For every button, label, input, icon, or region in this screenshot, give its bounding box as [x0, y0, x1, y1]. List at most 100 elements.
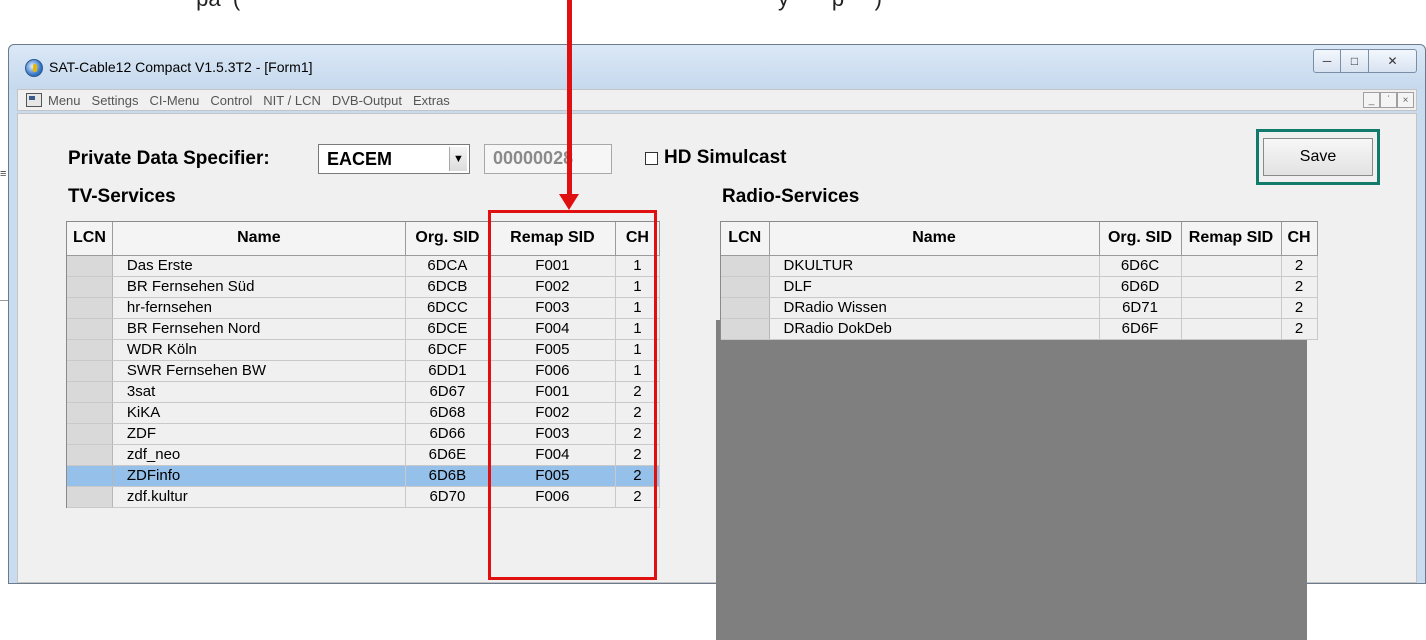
tv-org-sid-cell[interactable]: 6DD1 [405, 360, 490, 382]
left-edge-fragment: ≡ [0, 168, 7, 180]
radio-name-cell[interactable]: DKULTUR [769, 255, 1100, 277]
radio-lcn-cell[interactable] [721, 255, 770, 277]
tv-lcn-cell[interactable] [67, 255, 113, 277]
tv-lcn-cell[interactable] [67, 402, 113, 424]
menu-item-menu[interactable]: Menu [48, 93, 81, 108]
tv-lcn-cell[interactable] [67, 486, 113, 508]
menu-item-control[interactable]: Control [210, 93, 252, 108]
tv-name-cell[interactable]: SWR Fernsehen BW [112, 360, 406, 382]
mdi-form-icon[interactable] [26, 93, 42, 107]
tv-name-cell[interactable]: hr-fernsehen [112, 297, 406, 319]
tv-col-org-sid[interactable]: Org. SID [405, 222, 490, 256]
radio-services-rows: DKULTUR 6D6C 2 DLF 6D6D 2 DRadio Wissen 6D71 2 DR… [721, 255, 1318, 340]
radio-name-cell[interactable]: DLF [769, 276, 1100, 298]
radio-ch-cell[interactable]: 2 [1281, 318, 1318, 340]
radio-ch-cell[interactable]: 2 [1281, 276, 1318, 298]
radio-col-lcn[interactable]: LCN [721, 222, 770, 256]
pds-dropdown[interactable]: EACEM ▼ [318, 144, 470, 174]
radio-col-remap-sid[interactable]: Remap SID [1181, 222, 1282, 256]
radio-remap-sid-cell[interactable] [1181, 318, 1282, 340]
tv-org-sid-cell[interactable]: 6DCB [405, 276, 490, 298]
save-button[interactable]: Save [1263, 138, 1373, 176]
tv-org-sid-cell[interactable]: 6D66 [405, 423, 490, 445]
title-bar[interactable]: SAT-Cable12 Compact V1.5.3T2 - [Form1] ─… [9, 45, 1425, 89]
radio-org-sid-cell[interactable]: 6D6D [1099, 276, 1182, 298]
tv-name-cell[interactable]: zdf.kultur [112, 486, 406, 508]
radio-name-cell[interactable]: DRadio Wissen [769, 297, 1100, 319]
tv-name-cell[interactable]: BR Fernsehen Süd [112, 276, 406, 298]
tv-lcn-cell[interactable] [67, 381, 113, 403]
tv-lcn-cell[interactable] [67, 444, 113, 466]
table-row[interactable]: DKULTUR 6D6C 2 [721, 255, 1318, 277]
close-button[interactable]: ✕ [1369, 49, 1417, 73]
radio-org-sid-cell[interactable]: 6D71 [1099, 297, 1182, 319]
pds-value-field[interactable]: 00000028 [484, 144, 612, 174]
tv-org-sid-cell[interactable]: 6D70 [405, 486, 490, 508]
tv-name-cell[interactable]: ZDF [112, 423, 406, 445]
tv-org-sid-cell[interactable]: 6D6E [405, 444, 490, 466]
radio-services-grid[interactable]: LCN Name Org. SID Remap SID CH DKULTUR 6D… [720, 221, 1318, 340]
tv-org-sid-cell[interactable]: 6DCE [405, 318, 490, 340]
radio-col-name[interactable]: Name [769, 222, 1100, 256]
hd-simulcast-label: HD Simulcast [664, 147, 787, 168]
radio-remap-sid-cell[interactable] [1181, 276, 1282, 298]
hd-simulcast-checkbox[interactable] [645, 152, 658, 165]
tv-col-lcn[interactable]: LCN [67, 222, 113, 256]
remap-sid-highlight-box [488, 210, 657, 580]
satellite-app-icon[interactable] [25, 59, 43, 77]
menu-item-extras[interactable]: Extras [413, 93, 450, 108]
radio-lcn-cell[interactable] [721, 297, 770, 319]
tv-lcn-cell[interactable] [67, 423, 113, 445]
tv-org-sid-cell[interactable]: 6DCC [405, 297, 490, 319]
radio-remap-sid-cell[interactable] [1181, 255, 1282, 277]
mdi-controls: _ ΄ × [1363, 92, 1414, 108]
tv-name-cell[interactable]: zdf_neo [112, 444, 406, 466]
tv-lcn-cell[interactable] [67, 339, 113, 361]
menu-item-ci-menu[interactable]: CI-Menu [150, 93, 200, 108]
tv-col-name[interactable]: Name [112, 222, 406, 256]
annotation-arrow-line [567, 0, 572, 204]
tv-org-sid-cell[interactable]: 6D6B [405, 465, 490, 487]
minimize-button[interactable]: ─ [1313, 49, 1341, 73]
tv-org-sid-cell[interactable]: 6DCF [405, 339, 490, 361]
mdi-minimize-button[interactable]: _ [1363, 92, 1380, 108]
radio-ch-cell[interactable]: 2 [1281, 255, 1318, 277]
radio-lcn-cell[interactable] [721, 276, 770, 298]
tv-lcn-cell[interactable] [67, 297, 113, 319]
radio-name-cell[interactable]: DRadio DokDeb [769, 318, 1100, 340]
tv-name-cell[interactable]: WDR Köln [112, 339, 406, 361]
menu-item-dvb-output[interactable]: DVB-Output [332, 93, 402, 108]
tv-name-cell[interactable]: Das Erste [112, 255, 406, 277]
cropped-caption-text: pa ( y p ) [80, 0, 882, 12]
tv-name-cell[interactable]: KiKA [112, 402, 406, 424]
tv-lcn-cell[interactable] [67, 318, 113, 340]
radio-col-ch[interactable]: CH [1281, 222, 1318, 256]
radio-ch-cell[interactable]: 2 [1281, 297, 1318, 319]
tv-lcn-cell[interactable] [67, 360, 113, 382]
radio-lcn-cell[interactable] [721, 318, 770, 340]
table-row[interactable]: DRadio Wissen 6D71 2 [721, 297, 1318, 319]
tv-name-cell[interactable]: ZDFinfo [112, 465, 406, 487]
table-row[interactable]: DLF 6D6D 2 [721, 276, 1318, 298]
tv-services-title: TV-Services [68, 186, 176, 207]
radio-org-sid-cell[interactable]: 6D6C [1099, 255, 1182, 277]
mdi-close-button[interactable]: × [1397, 92, 1414, 108]
tv-org-sid-cell[interactable]: 6DCA [405, 255, 490, 277]
radio-org-sid-cell[interactable]: 6D6F [1099, 318, 1182, 340]
tv-org-sid-cell[interactable]: 6D68 [405, 402, 490, 424]
radio-header-row: LCN Name Org. SID Remap SID CH [721, 222, 1318, 256]
tv-org-sid-cell[interactable]: 6D67 [405, 381, 490, 403]
mdi-restore-button[interactable]: ΄ [1380, 92, 1397, 108]
maximize-button[interactable]: □ [1341, 49, 1369, 73]
table-row[interactable]: DRadio DokDeb 6D6F 2 [721, 318, 1318, 340]
tv-lcn-cell[interactable] [67, 465, 113, 487]
tv-lcn-cell[interactable] [67, 276, 113, 298]
radio-remap-sid-cell[interactable] [1181, 297, 1282, 319]
radio-col-org-sid[interactable]: Org. SID [1099, 222, 1182, 256]
menu-item-nit-lcn[interactable]: NIT / LCN [263, 93, 321, 108]
tv-name-cell[interactable]: 3sat [112, 381, 406, 403]
menu-item-settings[interactable]: Settings [92, 93, 139, 108]
radio-grid-empty-area[interactable] [716, 320, 1307, 640]
tv-name-cell[interactable]: BR Fernsehen Nord [112, 318, 406, 340]
dropdown-arrow-icon[interactable]: ▼ [449, 147, 467, 171]
